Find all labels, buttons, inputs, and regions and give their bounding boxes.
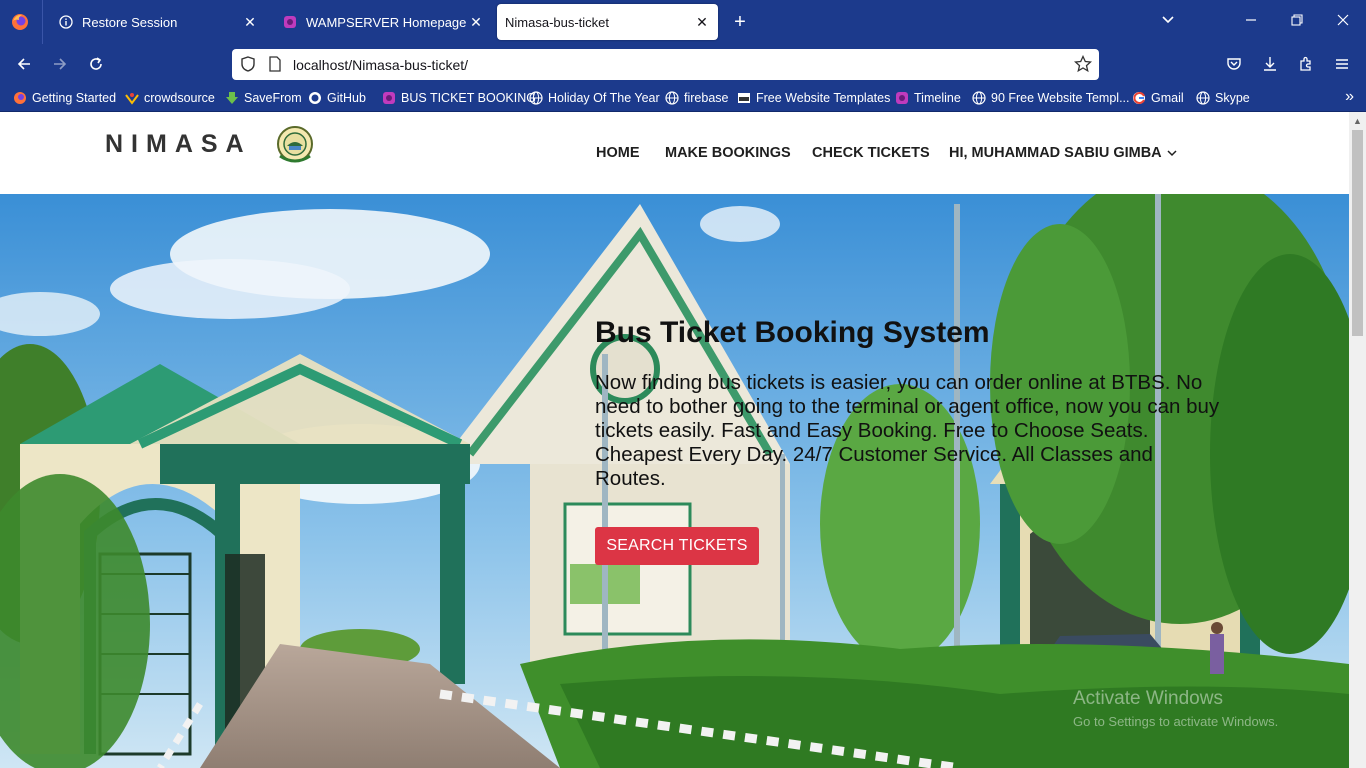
close-icon[interactable]: ✕ xyxy=(468,14,484,30)
bookmark-label: crowdsource xyxy=(144,91,215,105)
page-icon xyxy=(269,56,281,72)
downloads-icon[interactable] xyxy=(1258,52,1282,76)
chevron-down-icon xyxy=(1167,150,1177,157)
bookmark-label: Skype xyxy=(1215,91,1250,105)
tab-bar: Restore Session ✕ WAMPSERVER Homepage ✕ … xyxy=(0,0,1366,44)
tab-title: WAMPSERVER Homepage xyxy=(306,14,467,30)
bookmark-holiday-of-the-year[interactable]: Holiday Of The Year xyxy=(528,89,660,107)
bookmark-label: firebase xyxy=(684,91,729,105)
bookmark-label: BUS TICKET BOOKING xyxy=(401,91,536,105)
site-logo-text[interactable]: NIMASA xyxy=(105,130,252,159)
user-greeting: HI, MUHAMMAD SABIU GIMBA xyxy=(949,145,1162,161)
tab-title: Nimasa-bus-ticket xyxy=(505,14,610,30)
bookmark-label: Getting Started xyxy=(32,91,117,105)
search-tickets-button[interactable]: SEARCH TICKETS xyxy=(595,527,759,565)
bookmark-skype[interactable]: Skype xyxy=(1195,89,1250,107)
reload-icon[interactable] xyxy=(84,52,108,76)
pocket-icon[interactable] xyxy=(1222,52,1246,76)
globe-icon xyxy=(528,90,544,106)
wamp-icon xyxy=(282,14,298,30)
hero-title: Bus Ticket Booking System xyxy=(595,316,990,349)
navigation-toolbar: localhost/Nimasa-bus-ticket/ xyxy=(0,44,1366,84)
wamp-icon xyxy=(894,90,910,106)
firefox-menu-icon[interactable] xyxy=(10,12,30,32)
minimize-icon[interactable] xyxy=(1241,12,1261,32)
bookmark-gmail[interactable]: Gmail xyxy=(1131,89,1184,107)
bookmarks-overflow-icon[interactable]: » xyxy=(1345,88,1354,106)
nav-check-tickets[interactable]: CHECK TICKETS xyxy=(812,145,930,161)
bookmark-free-website-templates[interactable]: Free Website Templates xyxy=(736,89,890,107)
close-icon[interactable]: ✕ xyxy=(694,14,710,30)
url-text[interactable]: localhost/Nimasa-bus-ticket/ xyxy=(293,57,468,73)
bookmark-label: Holiday Of The Year xyxy=(548,91,660,105)
back-icon[interactable] xyxy=(12,52,36,76)
wamp-icon xyxy=(381,90,397,106)
bookmark-timeline[interactable]: Timeline xyxy=(894,89,961,107)
close-icon[interactable]: ✕ xyxy=(242,14,258,30)
tab-restore-session[interactable]: Restore Session ✕ xyxy=(46,4,266,40)
ost-icon xyxy=(736,90,752,106)
globe-icon xyxy=(664,90,680,106)
info-icon xyxy=(58,14,74,30)
tab-separator xyxy=(42,0,43,44)
hamburger-menu-icon[interactable] xyxy=(1330,52,1354,76)
hero-section: Bus Ticket Booking System Now finding bu… xyxy=(0,194,1349,768)
globe-icon xyxy=(971,90,987,106)
bookmark-label: Free Website Templates xyxy=(756,91,891,105)
new-tab-icon[interactable]: + xyxy=(730,12,750,32)
tab-title: Restore Session xyxy=(82,14,178,30)
bookmark-firebase[interactable]: firebase xyxy=(664,89,728,107)
nimasa-seal-logo[interactable] xyxy=(274,124,316,166)
bookmark-label: SaveFrom xyxy=(244,91,302,105)
scroll-thumb[interactable] xyxy=(1352,130,1363,336)
globe-icon xyxy=(1195,90,1211,106)
page-scrollbar[interactable]: ▲ xyxy=(1349,112,1366,768)
bookmark-label: 90 Free Website Templ... xyxy=(991,91,1130,105)
bookmark-90-free-website-templates[interactable]: 90 Free Website Templ... xyxy=(971,89,1130,107)
shield-icon[interactable] xyxy=(240,56,256,72)
chevron-down-icon[interactable] xyxy=(1158,12,1178,32)
google-icon xyxy=(1131,90,1147,106)
nav-make-bookings[interactable]: MAKE BOOKINGS xyxy=(665,145,791,161)
firefox-icon xyxy=(12,90,28,106)
address-bar[interactable]: localhost/Nimasa-bus-ticket/ xyxy=(232,49,1099,80)
bookmark-getting-started[interactable]: Getting Started xyxy=(12,89,116,107)
nav-user-dropdown[interactable]: HI, MUHAMMAD SABIU GIMBA xyxy=(949,145,1177,161)
tab-wampserver[interactable]: WAMPSERVER Homepage ✕ xyxy=(270,4,492,40)
star-icon[interactable] xyxy=(1074,55,1092,73)
bookmark-crowdsource[interactable]: crowdsource xyxy=(124,89,215,107)
site-header: NIMASA HOME MAKE BOOKINGS CHECK TICKETS … xyxy=(0,112,1349,194)
forward-icon[interactable] xyxy=(48,52,72,76)
close-window-icon[interactable] xyxy=(1333,12,1353,32)
bookmarks-toolbar: Getting Started crowdsource SaveFrom Git… xyxy=(0,84,1366,112)
bookmark-label: Gmail xyxy=(1151,91,1184,105)
bookmark-label: GitHub xyxy=(327,91,366,105)
activate-windows-subtext: Go to Settings to activate Windows. xyxy=(1073,714,1279,729)
bookmark-label: Timeline xyxy=(914,91,961,105)
bookmark-bus-ticket-booking[interactable]: BUS TICKET BOOKING xyxy=(381,89,536,107)
page-content: NIMASA HOME MAKE BOOKINGS CHECK TICKETS … xyxy=(0,112,1349,768)
github-icon xyxy=(307,90,323,106)
activate-windows-watermark: Activate Windows xyxy=(1073,688,1223,709)
hero-description: Now finding bus tickets is easier, you c… xyxy=(595,371,1220,490)
crowdsource-icon xyxy=(124,90,140,106)
tab-nimasa-bus-ticket[interactable]: Nimasa-bus-ticket ✕ xyxy=(497,4,718,40)
bookmark-savefrom[interactable]: SaveFrom xyxy=(224,89,302,107)
scroll-up-arrow-icon[interactable]: ▲ xyxy=(1353,116,1362,126)
nav-home[interactable]: HOME xyxy=(596,145,640,161)
restore-icon[interactable] xyxy=(1287,12,1307,32)
extensions-icon[interactable] xyxy=(1294,52,1318,76)
download-arrow-icon xyxy=(224,90,240,106)
bookmark-github[interactable]: GitHub xyxy=(307,89,366,107)
